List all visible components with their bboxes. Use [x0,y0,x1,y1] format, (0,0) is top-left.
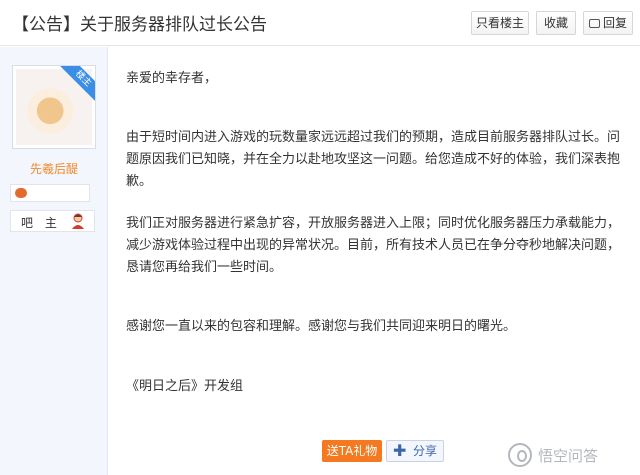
post-greeting: 亲爱的幸存者， [126,71,218,86]
post-signature: 《明日之后》开发组 [126,379,244,394]
badge-box [10,184,90,202]
favorite-button[interactable]: 收藏 [536,11,576,35]
post-paragraph: 我们正对服务器进行紧急扩容，开放服务器进入上限；同时优化服务器压力承载能力，减少… [126,216,621,275]
only-owner-button[interactable]: 只看楼主 [471,11,529,35]
post-paragraph: 由于短时间内进入游戏的玩数量家远远超过我们的预期，造成目前服务器排队过长。问题原… [126,130,621,189]
author-panel: 楼主 先羲后醍 吧 主 [0,47,108,475]
share-button[interactable]: ✚ 分享 [386,440,444,462]
game-badge-icon [15,188,27,198]
post-paragraph: 感谢您一直以来的包容和理解。感谢您与我们共同迎来明日的曙光。 [126,319,517,334]
owner-role-label: 吧 主 [21,216,61,230]
share-label: 分享 [413,444,438,458]
avatar[interactable]: 楼主 [12,65,96,149]
reply-label: 回复 [602,16,627,30]
send-gift-button[interactable]: 送TA礼物 [322,440,382,462]
person-icon [72,213,84,229]
post-title: 【公告】关于服务器排队过长公告 [12,15,267,35]
watermark-text: 悟空问答 [538,447,599,465]
reply-icon [588,19,600,28]
forum-owner-badge: 吧 主 [10,210,95,232]
post-header: 【公告】关于服务器排队过长公告 只看楼主 收藏 回复 [0,0,640,46]
plus-icon: ✚ [393,441,407,460]
author-username[interactable]: 先羲后醍 [0,160,108,177]
wukong-logo-icon [508,443,532,467]
reply-button[interactable]: 回复 [583,11,633,35]
